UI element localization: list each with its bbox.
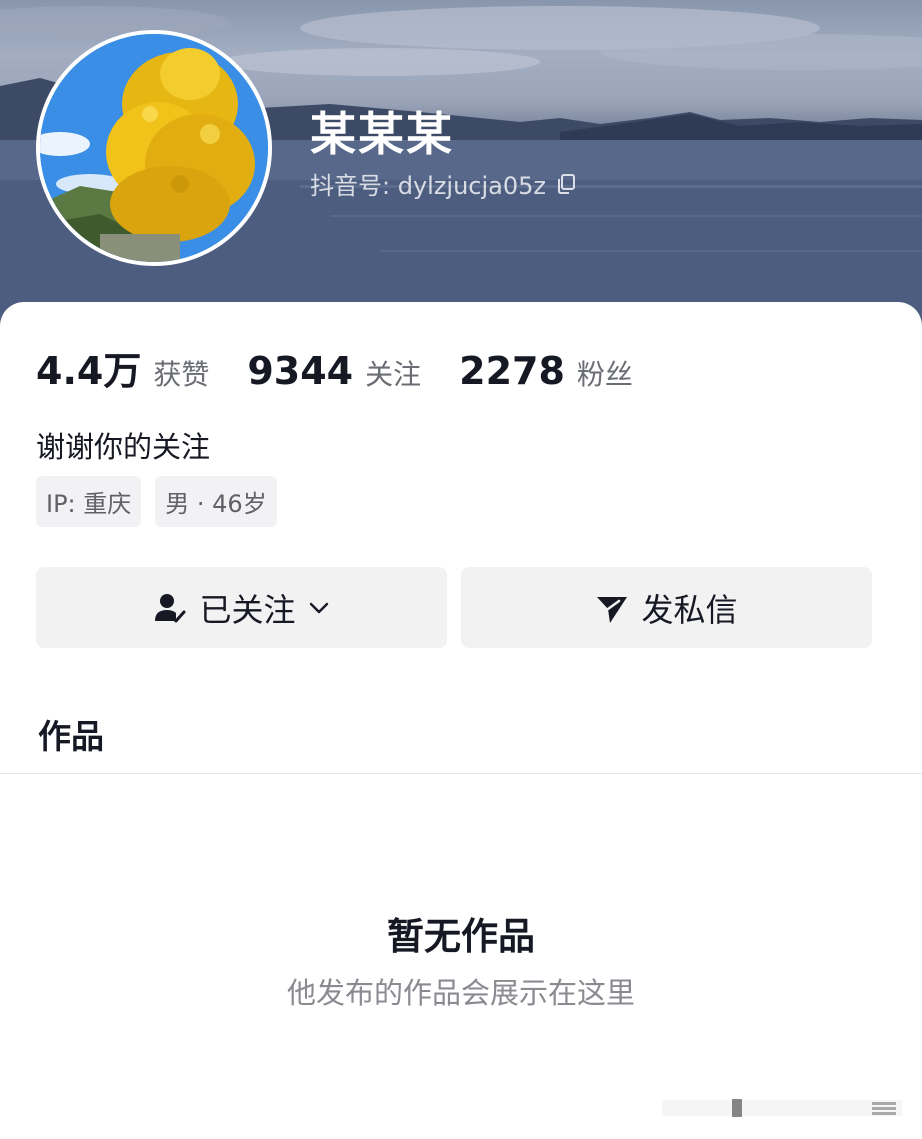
profile-tags: IP: 重庆 男 · 46岁 bbox=[36, 476, 277, 527]
user-check-icon bbox=[153, 591, 187, 625]
douyin-id-text: 抖音号: dylzjucja05z bbox=[310, 172, 547, 200]
copy-icon[interactable] bbox=[556, 173, 576, 195]
ginkgo-tree-image bbox=[40, 34, 268, 262]
gender-age-tag: 男 · 46岁 bbox=[155, 476, 277, 527]
stat-following[interactable]: 9344 关注 bbox=[247, 349, 421, 393]
profile-card: 4.4万 获赞 9344 关注 2278 粉丝 谢谢你的关注 IP: 重庆 男 … bbox=[0, 302, 922, 1139]
douyin-id: 抖音号: dylzjucja05z bbox=[310, 166, 576, 201]
avatar[interactable] bbox=[36, 30, 272, 266]
action-buttons: 已关注 发私信 bbox=[36, 567, 872, 648]
stat-following-label: 关注 bbox=[365, 358, 422, 391]
follow-button[interactable]: 已关注 bbox=[36, 567, 447, 648]
message-button[interactable]: 发私信 bbox=[461, 567, 872, 648]
follow-button-label: 已关注 bbox=[199, 590, 296, 629]
stat-likes-label: 获赞 bbox=[153, 358, 210, 391]
stats-row: 4.4万 获赞 9344 关注 2278 粉丝 bbox=[36, 340, 671, 395]
nickname: 某某某 bbox=[310, 107, 454, 161]
stat-likes-value: 4.4万 bbox=[36, 349, 142, 393]
bio-text: 谢谢你的关注 bbox=[36, 430, 211, 464]
stat-followers-value: 2278 bbox=[459, 349, 565, 393]
watermark-image bbox=[662, 1099, 902, 1117]
ip-location-tag: IP: 重庆 bbox=[36, 476, 142, 527]
message-button-label: 发私信 bbox=[641, 590, 738, 629]
stat-likes[interactable]: 4.4万 获赞 bbox=[36, 340, 209, 395]
tab-works[interactable]: 作品 bbox=[38, 710, 104, 758]
profile-page: 某某某 抖音号: dylzjucja05z 4.4万 获赞 9344 关注 22… bbox=[0, 0, 922, 1139]
empty-state-subtitle: 他发布的作品会展示在这里 bbox=[286, 976, 635, 1010]
stat-followers-label: 粉丝 bbox=[576, 358, 633, 391]
chevron-down-icon bbox=[308, 597, 330, 619]
stat-followers[interactable]: 2278 粉丝 bbox=[459, 349, 633, 393]
stat-following-value: 9344 bbox=[247, 349, 354, 393]
paper-plane-icon bbox=[595, 591, 629, 625]
tab-divider bbox=[0, 773, 922, 774]
empty-state-title: 暂无作品 bbox=[387, 915, 535, 958]
